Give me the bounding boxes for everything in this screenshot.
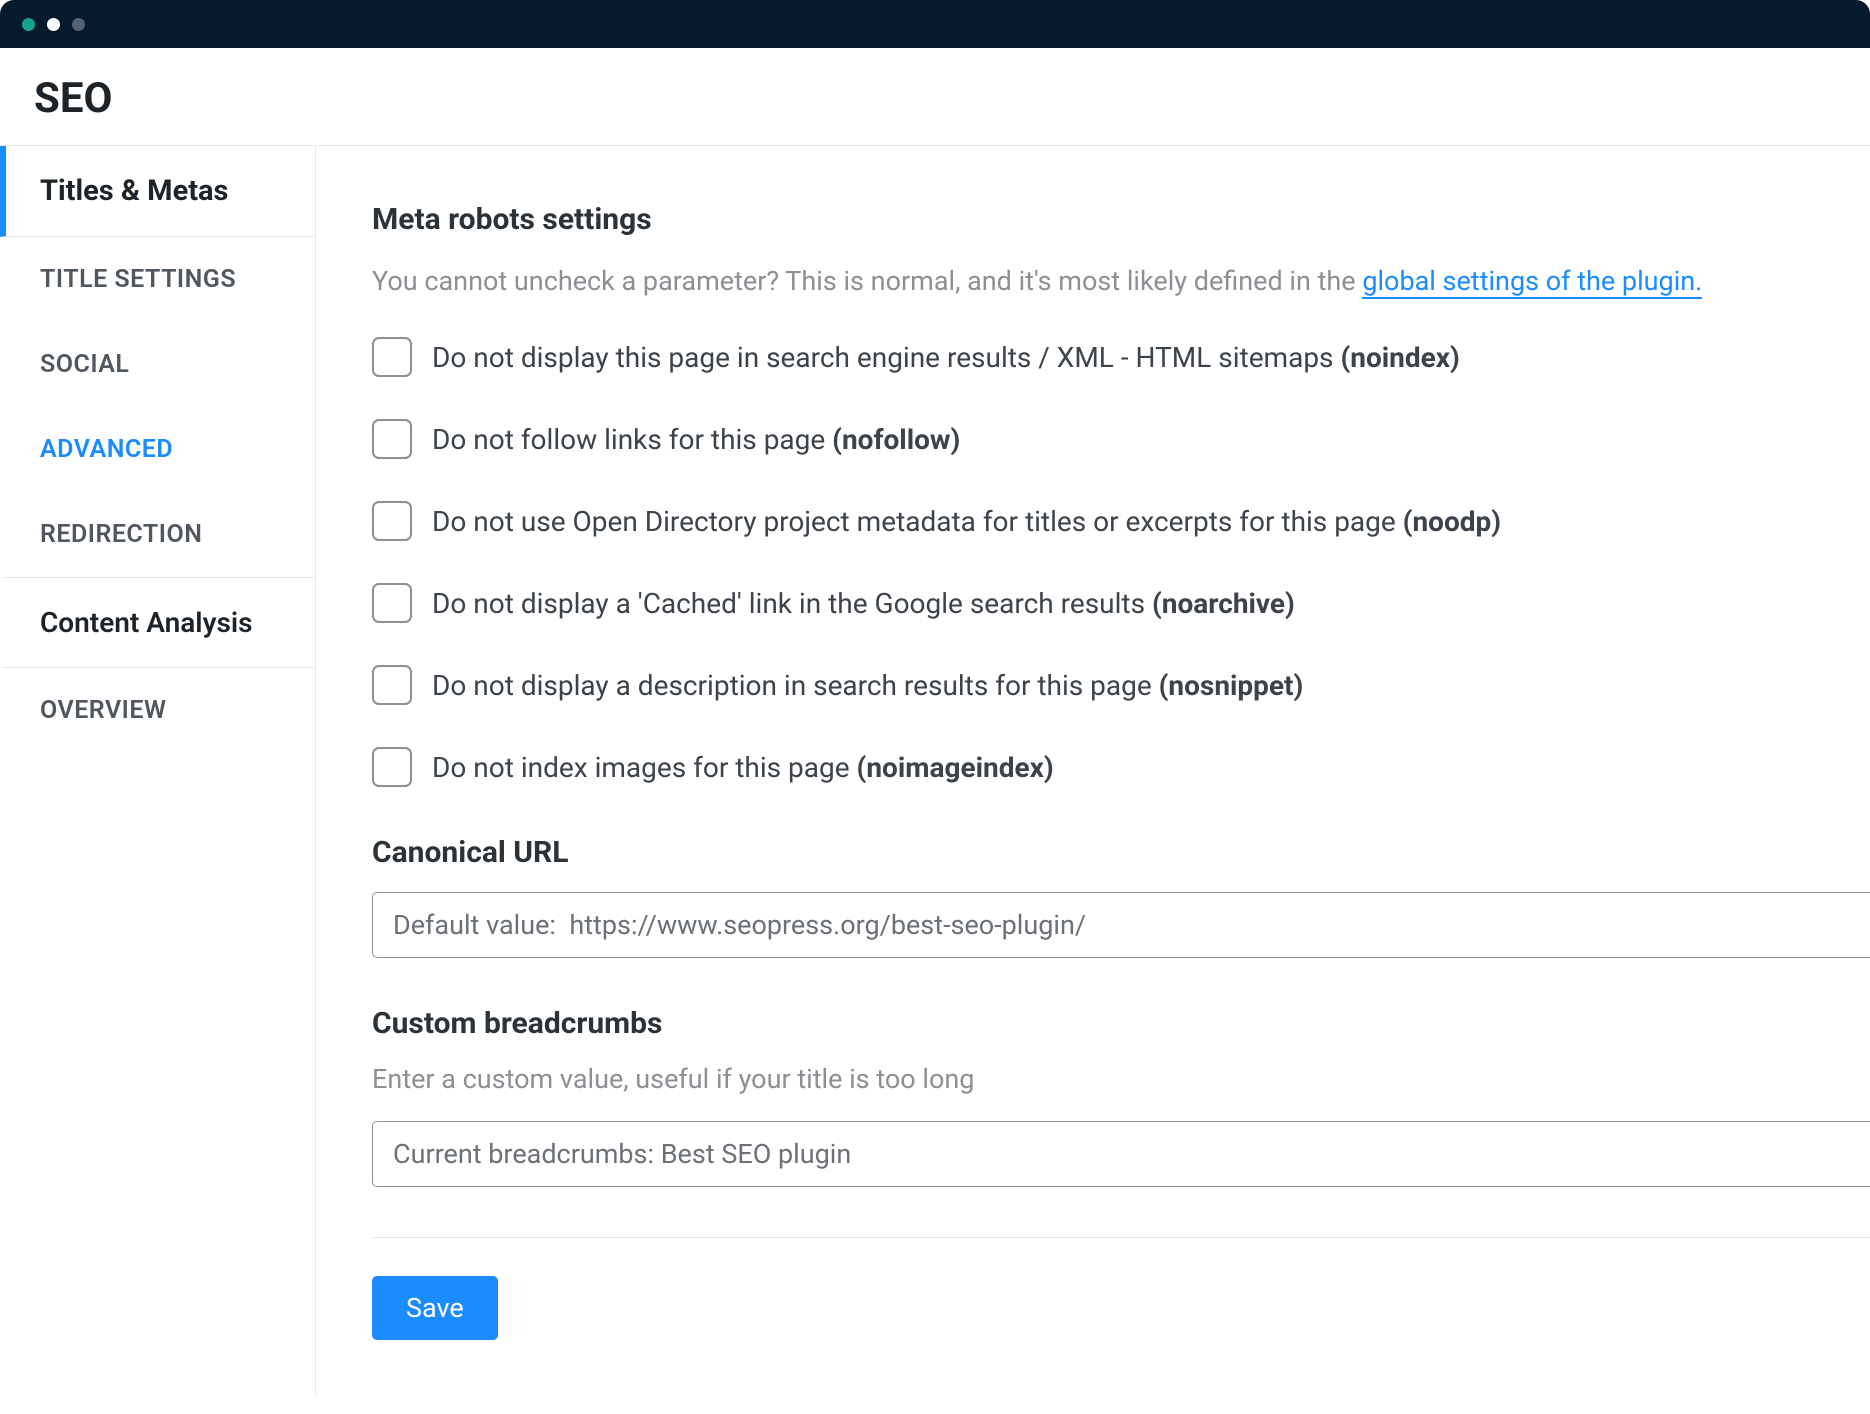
help-text: You cannot uncheck a parameter? This is … bbox=[372, 265, 1870, 297]
checkbox-bold: (noimageindex) bbox=[857, 751, 1054, 784]
checkbox-noimageindex[interactable] bbox=[372, 747, 412, 787]
checkbox-label-noodp[interactable]: Do not use Open Directory project metada… bbox=[432, 505, 1501, 538]
checkbox-label-noindex[interactable]: Do not display this page in search engin… bbox=[432, 341, 1460, 374]
checkbox-label-noimageindex[interactable]: Do not index images for this page (noima… bbox=[432, 751, 1054, 784]
save-button[interactable]: Save bbox=[372, 1276, 498, 1340]
checkbox-row-noarchive: Do not display a 'Cached' link in the Go… bbox=[372, 583, 1870, 623]
checkbox-bold: (nosnippet) bbox=[1159, 669, 1304, 702]
checkbox-text: Do not display a 'Cached' link in the Go… bbox=[432, 587, 1152, 620]
checkbox-row-nosnippet: Do not display a description in search r… bbox=[372, 665, 1870, 705]
checkbox-row-nofollow: Do not follow links for this page (nofol… bbox=[372, 419, 1870, 459]
checkbox-text: Do not follow links for this page bbox=[432, 423, 832, 456]
checkbox-label-nosnippet[interactable]: Do not display a description in search r… bbox=[432, 669, 1303, 702]
checkbox-label-noarchive[interactable]: Do not display a 'Cached' link in the Go… bbox=[432, 587, 1295, 620]
checkbox-row-noindex: Do not display this page in search engin… bbox=[372, 337, 1870, 377]
checkbox-nosnippet[interactable] bbox=[372, 665, 412, 705]
checkbox-noindex[interactable] bbox=[372, 337, 412, 377]
checkbox-bold: (noodp) bbox=[1403, 505, 1501, 538]
sidebar-item-social[interactable]: SOCIAL bbox=[0, 322, 315, 407]
sidebar-item-label: TITLE SETTINGS bbox=[40, 265, 236, 294]
sidebar-item-overview[interactable]: OVERVIEW bbox=[0, 668, 315, 753]
checkbox-bold: (nofollow) bbox=[832, 423, 960, 456]
sidebar-item-content-analysis[interactable]: Content Analysis bbox=[0, 577, 315, 668]
sidebar-item-label: REDIRECTION bbox=[40, 520, 202, 549]
breadcrumbs-help: Enter a custom value, useful if your tit… bbox=[372, 1063, 1870, 1095]
help-text-prefix: You cannot uncheck a parameter? This is … bbox=[372, 265, 1362, 297]
sidebar-item-advanced[interactable]: ADVANCED bbox=[0, 407, 315, 492]
sidebar-item-titles-metas[interactable]: Titles & Metas bbox=[0, 146, 315, 237]
checkbox-bold: (noindex) bbox=[1340, 341, 1459, 374]
traffic-light-maximize-icon[interactable] bbox=[72, 18, 85, 31]
canonical-url-input[interactable] bbox=[372, 892, 1870, 958]
checkbox-text: Do not display a description in search r… bbox=[432, 669, 1159, 702]
canonical-url-title: Canonical URL bbox=[372, 835, 1870, 870]
sidebar-item-label: OVERVIEW bbox=[40, 696, 166, 725]
breadcrumbs-input[interactable] bbox=[372, 1121, 1870, 1187]
checkbox-text: Do not display this page in search engin… bbox=[432, 341, 1340, 374]
global-settings-link[interactable]: global settings of the plugin. bbox=[1362, 265, 1702, 299]
section-title-meta-robots: Meta robots settings bbox=[372, 202, 1870, 237]
main-content: Meta robots settings You cannot uncheck … bbox=[316, 146, 1870, 1396]
breadcrumbs-title: Custom breadcrumbs bbox=[372, 1006, 1870, 1041]
sidebar-item-label: Titles & Metas bbox=[40, 174, 228, 208]
titlebar bbox=[0, 0, 1870, 48]
checkbox-label-nofollow[interactable]: Do not follow links for this page (nofol… bbox=[432, 423, 960, 456]
checkbox-noarchive[interactable] bbox=[372, 583, 412, 623]
layout: Titles & Metas TITLE SETTINGS SOCIAL ADV… bbox=[0, 146, 1870, 1396]
checkbox-nofollow[interactable] bbox=[372, 419, 412, 459]
traffic-light-minimize-icon[interactable] bbox=[47, 18, 60, 31]
checkbox-text: Do not use Open Directory project metada… bbox=[432, 505, 1403, 538]
checkbox-text: Do not index images for this page bbox=[432, 751, 857, 784]
sidebar-item-label: SOCIAL bbox=[40, 350, 129, 379]
divider bbox=[372, 1237, 1870, 1238]
checkbox-row-noimageindex: Do not index images for this page (noima… bbox=[372, 747, 1870, 787]
page-title: SEO bbox=[34, 74, 1836, 123]
sidebar: Titles & Metas TITLE SETTINGS SOCIAL ADV… bbox=[0, 146, 316, 1396]
app-window: SEO Titles & Metas TITLE SETTINGS SOCIAL… bbox=[0, 0, 1870, 1396]
sidebar-item-label: ADVANCED bbox=[40, 435, 173, 464]
checkbox-row-noodp: Do not use Open Directory project metada… bbox=[372, 501, 1870, 541]
page-header: SEO bbox=[0, 48, 1870, 146]
traffic-light-close-icon[interactable] bbox=[22, 18, 35, 31]
sidebar-item-title-settings[interactable]: TITLE SETTINGS bbox=[0, 237, 315, 322]
checkbox-noodp[interactable] bbox=[372, 501, 412, 541]
checkbox-bold: (noarchive) bbox=[1152, 587, 1295, 620]
sidebar-item-label: Content Analysis bbox=[40, 606, 253, 639]
sidebar-item-redirection[interactable]: REDIRECTION bbox=[0, 492, 315, 577]
